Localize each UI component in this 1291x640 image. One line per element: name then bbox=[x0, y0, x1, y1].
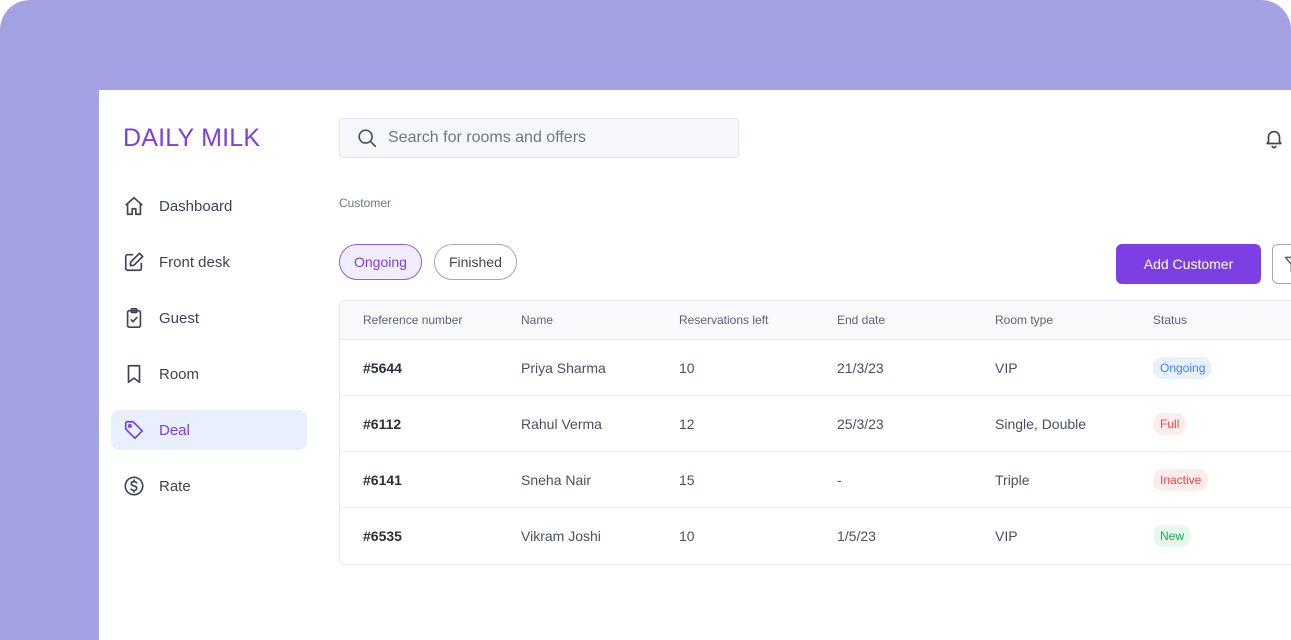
bookmark-icon bbox=[123, 363, 145, 385]
column-header[interactable]: Status bbox=[1153, 313, 1273, 327]
sidebar-item-label: Room bbox=[159, 365, 200, 383]
customer-table: Reference number Name Reservations left … bbox=[339, 300, 1291, 565]
sidebar-item-dashboard[interactable]: Dashboard bbox=[111, 186, 307, 226]
home-icon bbox=[123, 195, 145, 217]
clipboard-check-icon bbox=[123, 307, 145, 329]
status-badge: Inactive bbox=[1153, 468, 1209, 491]
sidebar-item-label: Guest bbox=[159, 309, 200, 327]
status-badge: Full bbox=[1153, 412, 1187, 435]
sidebar-item-label: Deal bbox=[159, 421, 190, 439]
table-row[interactable]: #6112 Rahul Verma 12 25/3/23 Single, Dou… bbox=[340, 396, 1291, 452]
background-frame: DAILY MILK Dashboard Front desk Guest Ro… bbox=[0, 0, 1291, 640]
column-header[interactable]: Reservations left bbox=[679, 313, 837, 327]
room-type-cell: Triple bbox=[995, 471, 1030, 488]
name-cell: Rahul Verma bbox=[521, 415, 602, 432]
column-header[interactable]: Reference number bbox=[340, 313, 521, 327]
column-header[interactable]: Room type bbox=[995, 313, 1153, 327]
app-window: DAILY MILK Dashboard Front desk Guest Ro… bbox=[99, 90, 1291, 640]
sidebar-item-label: Rate bbox=[159, 477, 191, 495]
reference-cell: #6141 bbox=[363, 471, 402, 488]
reference-cell: #6112 bbox=[363, 415, 402, 432]
tab-ongoing[interactable]: Ongoing bbox=[339, 244, 422, 280]
bell-icon[interactable] bbox=[1263, 127, 1285, 149]
end-date-cell: 1/5/23 bbox=[837, 528, 876, 544]
filter-icon bbox=[1284, 256, 1291, 273]
room-type-cell: Single, Double bbox=[995, 415, 1087, 432]
sidebar-item-deal[interactable]: Deal bbox=[111, 410, 307, 450]
column-header[interactable]: End date bbox=[837, 313, 995, 327]
reservations-cell: 15 bbox=[679, 471, 695, 488]
table-row[interactable]: #6535 Vikram Joshi 10 1/5/23 VIP New bbox=[340, 508, 1291, 564]
search-input[interactable] bbox=[388, 129, 718, 147]
room-type-cell: VIP bbox=[995, 528, 1018, 544]
room-type-cell: VIP bbox=[995, 359, 1018, 376]
reference-cell: #6535 bbox=[363, 528, 402, 544]
sidebar-item-room[interactable]: Room bbox=[111, 354, 307, 394]
end-date-cell: 25/3/23 bbox=[837, 415, 884, 432]
status-badge: New bbox=[1153, 525, 1192, 547]
status-tabs: Ongoing Finished bbox=[339, 244, 517, 280]
tag-icon bbox=[123, 419, 145, 441]
name-cell: Priya Sharma bbox=[521, 359, 606, 376]
reservations-cell: 12 bbox=[679, 415, 695, 432]
status-badge: Ongoing bbox=[1153, 356, 1213, 379]
sidebar-item-label: Dashboard bbox=[159, 197, 233, 215]
end-date-cell: - bbox=[837, 471, 842, 488]
breadcrumb: Customer bbox=[339, 196, 392, 210]
filter-button[interactable] bbox=[1272, 244, 1291, 284]
search-icon bbox=[358, 129, 377, 148]
search-bar[interactable] bbox=[339, 118, 739, 158]
table-row[interactable]: #5644 Priya Sharma 10 21/3/23 VIP Ongoin… bbox=[340, 340, 1291, 396]
sidebar-item-label: Front desk bbox=[159, 253, 230, 271]
name-cell: Vikram Joshi bbox=[521, 528, 601, 544]
table-header: Reference number Name Reservations left … bbox=[340, 301, 1291, 340]
brand-logo: DAILY MILK bbox=[123, 124, 261, 152]
sidebar-item-guest[interactable]: Guest bbox=[111, 298, 307, 338]
column-header[interactable]: Name bbox=[521, 313, 679, 327]
table-row[interactable]: #6141 Sneha Nair 15 - Triple Inactive bbox=[340, 452, 1291, 508]
reservations-cell: 10 bbox=[679, 359, 695, 376]
edit-icon bbox=[123, 251, 145, 273]
sidebar-nav: Dashboard Front desk Guest Room Deal Rat… bbox=[111, 186, 307, 522]
tab-finished[interactable]: Finished bbox=[433, 244, 517, 280]
sidebar-item-front-desk[interactable]: Front desk bbox=[111, 242, 307, 282]
dollar-circle-icon bbox=[123, 475, 145, 497]
name-cell: Sneha Nair bbox=[521, 471, 592, 488]
end-date-cell: 21/3/23 bbox=[837, 359, 884, 376]
sidebar-item-rate[interactable]: Rate bbox=[111, 466, 307, 506]
add-customer-button[interactable]: Add Customer bbox=[1116, 244, 1261, 284]
reservations-cell: 10 bbox=[679, 528, 695, 544]
reference-cell: #5644 bbox=[363, 359, 402, 376]
